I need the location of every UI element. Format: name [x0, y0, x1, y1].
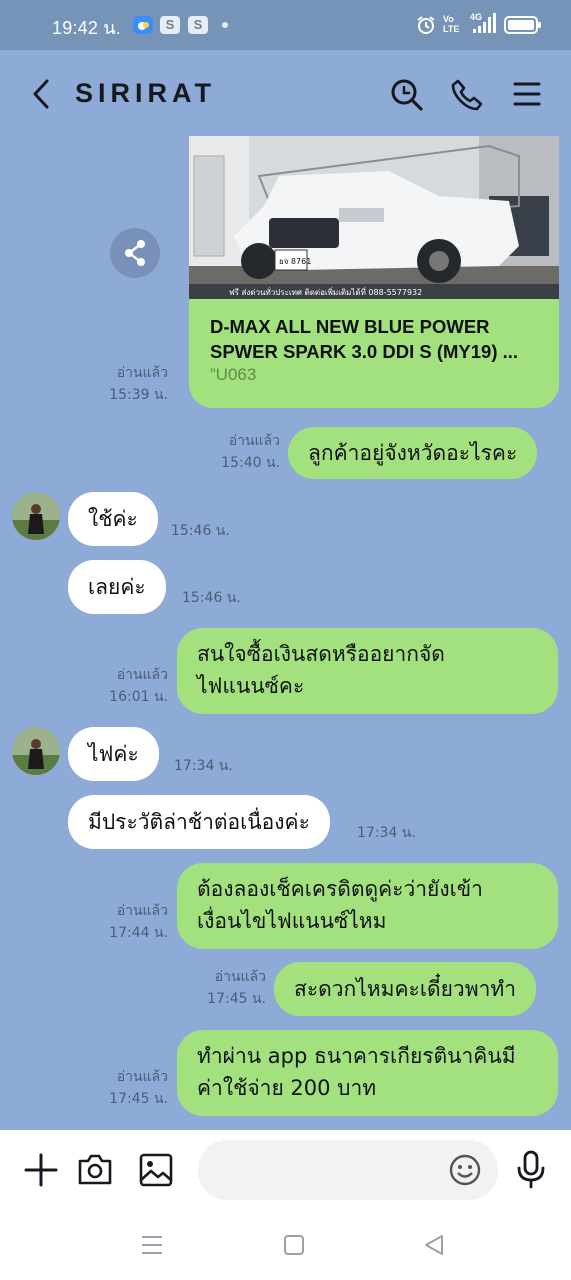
share-button[interactable]: [110, 228, 160, 278]
system-nav-bar: [0, 1210, 571, 1280]
read-receipt: อ่านแล้ว 17:45 น.: [109, 1069, 168, 1107]
card-subtitle: ”U063: [210, 365, 257, 384]
chat-area[interactable]: ยจ 8761 ฟรี ส่งด่วนทั่วประเทศ ติดต่อเพิ่…: [0, 130, 571, 1130]
chat-header: SIRIRAT: [0, 50, 571, 140]
weather-icon: [133, 15, 153, 35]
emoji-icon[interactable]: [448, 1153, 482, 1191]
read-receipt: อ่านแล้ว 15:40 น.: [221, 433, 280, 471]
back-icon[interactable]: [424, 1234, 444, 1260]
message-bubble-sent[interactable]: สะดวกไหมคะเดี๋ยวพาทำ: [274, 962, 536, 1016]
card-title[interactable]: D-MAX ALL NEW BLUE POWER SPWER SPARK 3.0…: [210, 314, 545, 364]
message-time: 17:34 น.: [357, 825, 416, 841]
alarm-icon: [416, 15, 436, 35]
status-time: 19:42 น.: [52, 18, 121, 38]
message-bubble-sent[interactable]: ลูกค้าอยู่จังหวัดอะไรคะ: [288, 427, 538, 479]
message-time: 15:46 น.: [171, 523, 230, 539]
avatar[interactable]: [12, 727, 60, 775]
image-banner-text: ฟรี ส่งด่วนทั่วประเทศ ติดต่อเพิ่มเติมได้…: [229, 286, 422, 297]
status-bar: 19:42 น. S S Vo LTE 4G: [0, 0, 571, 50]
message-bubble-received[interactable]: มีประวัติล่าช้าต่อเนื่องค่ะ: [68, 795, 330, 849]
home-icon[interactable]: [284, 1235, 304, 1259]
chevron-left-icon[interactable]: [30, 78, 52, 114]
message-time: 17:34 น.: [174, 758, 233, 774]
microphone-icon[interactable]: [516, 1150, 546, 1194]
recent-apps-icon[interactable]: [142, 1235, 162, 1259]
plus-icon[interactable]: [24, 1153, 58, 1191]
4g-signal-icon: 4G: [470, 12, 496, 33]
battery-icon: [504, 16, 542, 36]
s-app-icon: S: [188, 16, 208, 34]
menu-icon[interactable]: [513, 80, 541, 112]
notification-dot: [222, 22, 228, 28]
s-app-icon: S: [160, 16, 180, 34]
phone-icon[interactable]: [450, 78, 484, 116]
svg-text:4G: 4G: [470, 12, 482, 22]
chat-title: SIRIRAT: [75, 78, 216, 108]
message-bubble-sent[interactable]: สนใจซื้อเงินสดหรืออยากจัด ไฟแนนซ์คะ: [177, 628, 558, 714]
truck-image: ยจ 8761 ฟรี ส่งด่วนทั่วประเทศ ติดต่อเพิ่…: [189, 136, 559, 299]
message-bubble-received[interactable]: เลยค่ะ: [68, 560, 166, 614]
input-bar: [0, 1130, 571, 1210]
message-time: 15:46 น.: [182, 590, 241, 606]
read-receipt: อ่านแล้ว 16:01 น.: [109, 667, 168, 705]
message-bubble-sent[interactable]: ทำผ่าน app ธนาคารเกียรตินาคินมี ค่าใช้จ่า…: [177, 1030, 558, 1116]
search-icon[interactable]: [390, 78, 424, 116]
read-receipt: อ่านแล้ว 17:44 น.: [109, 903, 168, 941]
volte-icon: Vo LTE: [443, 14, 460, 34]
message-bubble-sent[interactable]: ต้องลองเช็คเครดิตดูค่ะว่ายังเข้า เงื่อนไข…: [177, 863, 558, 949]
avatar[interactable]: [12, 492, 60, 540]
read-receipt: อ่านแล้ว 15:39 น.: [109, 365, 168, 403]
license-plate: ยจ 8761: [279, 257, 311, 266]
message-bubble-received[interactable]: ไฟค่ะ: [68, 727, 159, 781]
image-icon[interactable]: [138, 1152, 174, 1192]
read-receipt: อ่านแล้ว 17:45 น.: [207, 969, 266, 1007]
camera-icon[interactable]: [77, 1152, 113, 1190]
message-bubble-received[interactable]: ใช้ค่ะ: [68, 492, 158, 546]
link-preview-card[interactable]: ยจ 8761 ฟรี ส่งด่วนทั่วประเทศ ติดต่อเพิ่…: [189, 136, 559, 408]
